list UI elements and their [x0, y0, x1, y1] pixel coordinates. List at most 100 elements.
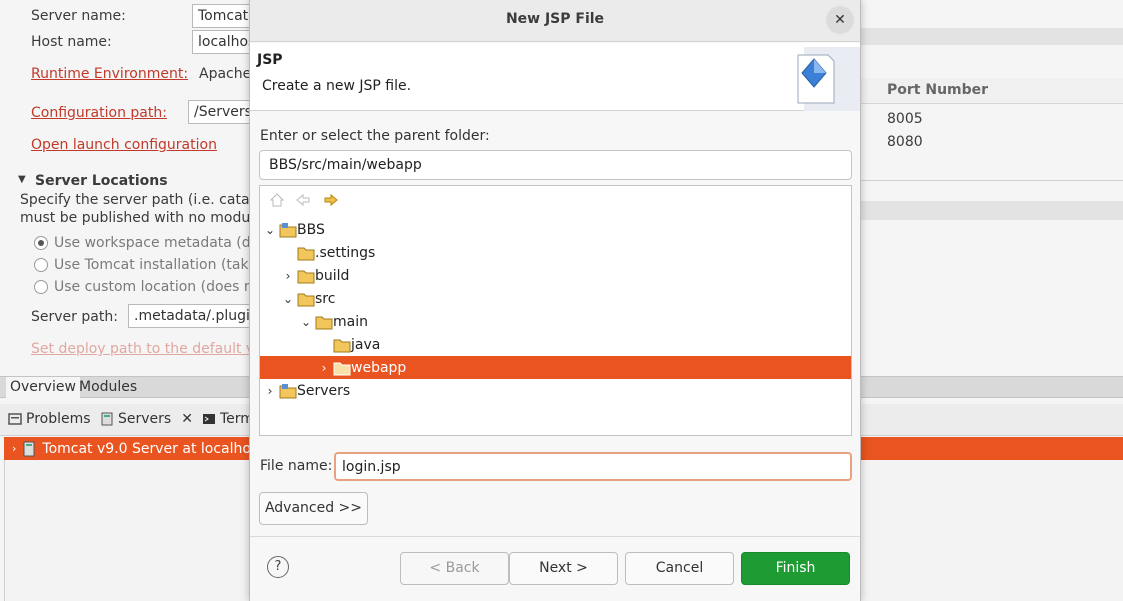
tab-overview[interactable]: Overview: [6, 377, 80, 398]
ports-column-header: Port Number: [887, 82, 989, 98]
locations-description-line1: Specify the server path (i.e. catalin: [20, 192, 267, 208]
project-icon: [279, 383, 297, 398]
advanced-button[interactable]: Advanced >>: [259, 492, 368, 525]
wizard-banner: JSP Create a new JSP file.: [250, 43, 860, 111]
chevron-down-icon[interactable]: ▼: [18, 174, 26, 185]
folder-icon: [315, 316, 333, 329]
parent-folder-input[interactable]: [259, 150, 852, 180]
servers-icon: [101, 412, 113, 426]
chevron-right-icon[interactable]: ›: [279, 264, 297, 287]
home-icon[interactable]: [268, 192, 286, 210]
tree-toolbar: [260, 186, 851, 216]
tab-problems[interactable]: Problems: [8, 411, 91, 427]
radio-label: Use workspace metadata (do: [54, 235, 260, 251]
tree-item-build[interactable]: › build: [260, 264, 851, 287]
cancel-button[interactable]: Cancel: [625, 552, 734, 585]
file-name-input[interactable]: [334, 452, 852, 481]
radio-button[interactable]: [34, 236, 48, 250]
radio-use-custom[interactable]: Use custom location (does no: [34, 279, 261, 295]
section-band: [860, 201, 1123, 220]
tree-item-src[interactable]: ⌄ src: [260, 287, 851, 310]
tree-item-label: Servers: [297, 382, 351, 399]
help-button[interactable]: ?: [267, 556, 289, 578]
folder-icon: [333, 362, 351, 375]
radio-label: Use custom location (does no: [54, 279, 262, 295]
tree-item-label: webapp: [351, 359, 407, 376]
back-button[interactable]: < Back: [400, 552, 509, 585]
radio-label: Use Tomcat installation (take: [54, 257, 257, 273]
chevron-down-icon[interactable]: ⌄: [261, 218, 279, 241]
server-icon: [23, 441, 35, 456]
file-name-label: File name:: [260, 458, 333, 474]
tree-item-label: src: [315, 290, 336, 307]
configuration-path-field[interactable]: /Servers: [188, 100, 252, 124]
port-value[interactable]: 8080: [887, 134, 923, 150]
tree-item-main[interactable]: ⌄ main: [260, 310, 851, 333]
tab-servers[interactable]: Servers ✕: [100, 411, 193, 427]
problems-icon: [8, 413, 22, 425]
close-icon: ✕: [834, 12, 846, 28]
new-jsp-file-dialog: New JSP File ✕ JSP Create a new JSP file…: [249, 0, 861, 601]
wizard-heading: JSP: [257, 52, 283, 68]
project-icon: [279, 222, 297, 237]
runtime-environment-link[interactable]: Runtime Environment:: [31, 66, 188, 82]
server-name-field[interactable]: Tomcat: [192, 4, 252, 28]
tab-servers-label: Servers: [118, 411, 172, 427]
configuration-path-link[interactable]: Configuration path:: [31, 105, 167, 121]
server-path-label: Server path:: [31, 309, 118, 325]
forward-arrow-icon[interactable]: [322, 192, 340, 210]
tree-item-label: BBS: [297, 221, 325, 238]
chevron-down-icon[interactable]: ⌄: [279, 287, 297, 310]
tab-problems-label: Problems: [26, 411, 91, 427]
server-entry-label: Tomcat v9.0 Server at localhos: [42, 440, 259, 457]
folder-icon: [297, 270, 315, 283]
tree-item-java[interactable]: java: [260, 333, 851, 356]
locations-description-line2: must be published with no module: [20, 210, 263, 226]
radio-use-tomcat[interactable]: Use Tomcat installation (take: [34, 257, 257, 273]
folder-icon: [297, 293, 315, 306]
tree-item-bbs[interactable]: ⌄ BBS: [260, 218, 851, 241]
tree-item-webapp[interactable]: › webapp: [260, 356, 851, 379]
ports-header-band: [860, 28, 1123, 45]
host-name-field[interactable]: localhos: [192, 30, 252, 54]
tree-item-label: .settings: [315, 244, 376, 261]
host-name-label: Host name:: [31, 34, 112, 50]
back-arrow-icon[interactable]: [294, 192, 312, 210]
chevron-right-icon[interactable]: ›: [12, 442, 16, 455]
runtime-environment-value[interactable]: Apache: [199, 66, 251, 82]
tree-item-label: build: [315, 267, 350, 284]
new-file-wizard-icon: [797, 47, 860, 111]
port-value[interactable]: 8005: [887, 111, 923, 127]
parent-folder-label: Enter or select the parent folder:: [260, 128, 490, 144]
close-icon[interactable]: ✕: [181, 411, 193, 427]
folder-icon: [297, 247, 315, 260]
open-launch-configuration-link[interactable]: Open launch configuration: [31, 137, 217, 153]
tree-item-label: main: [333, 313, 368, 330]
chevron-right-icon[interactable]: ›: [315, 356, 333, 379]
ports-table-bottom: [860, 180, 1123, 181]
set-deploy-path-link[interactable]: Set deploy path to the default va: [31, 341, 263, 357]
dialog-titlebar: New JSP File ✕: [250, 0, 860, 42]
wizard-description: Create a new JSP file.: [262, 78, 412, 94]
close-button[interactable]: ✕: [826, 6, 854, 34]
server-name-label: Server name:: [31, 8, 126, 24]
tree-item-servers[interactable]: › Servers: [260, 379, 851, 402]
folder-icon: [333, 339, 351, 352]
radio-use-workspace[interactable]: Use workspace metadata (do: [34, 235, 259, 251]
server-path-field[interactable]: .metadata/.plugin: [128, 304, 252, 328]
server-locations-heading[interactable]: Server Locations: [35, 173, 168, 189]
tab-terminal[interactable]: Term: [202, 411, 254, 427]
tree-item-settings[interactable]: .settings: [260, 241, 851, 264]
button-bar-separator: [250, 536, 860, 537]
finish-button[interactable]: Finish: [741, 552, 850, 585]
chevron-down-icon[interactable]: ⌄: [297, 310, 315, 333]
tree-item-label: java: [351, 336, 381, 353]
tab-modules[interactable]: Modules: [75, 377, 141, 398]
folder-tree: ⌄ BBS .settings › build ⌄ src ⌄ main jav…: [259, 185, 852, 436]
terminal-icon: [203, 414, 215, 424]
chevron-right-icon[interactable]: ›: [261, 379, 279, 402]
dialog-title: New JSP File: [505, 11, 605, 27]
radio-button[interactable]: [34, 258, 48, 272]
radio-button[interactable]: [34, 280, 48, 294]
next-button[interactable]: Next >: [509, 552, 618, 585]
